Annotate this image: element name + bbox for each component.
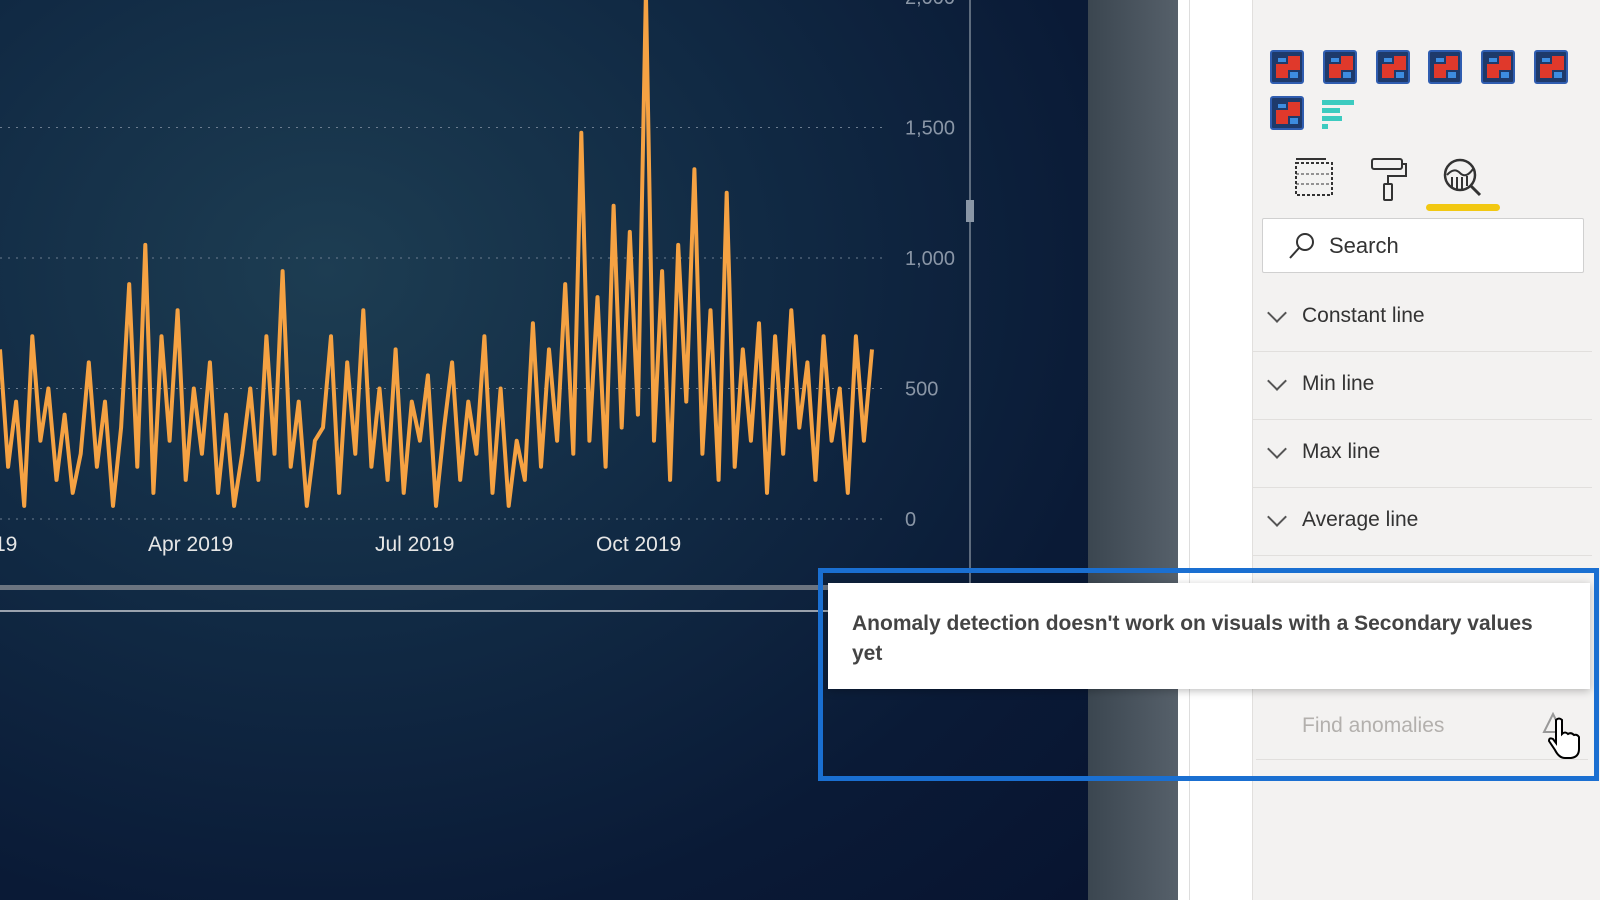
chevron-down-icon [1267, 371, 1287, 391]
custom-visual-icon[interactable] [1481, 50, 1515, 84]
y-tick-label: 1,500 [905, 118, 955, 140]
min-line-item[interactable]: Min line [1252, 352, 1592, 420]
chevron-down-icon [1267, 507, 1287, 527]
item-label: Min line [1302, 372, 1375, 395]
item-label: Constant line [1302, 304, 1425, 327]
item-label: Average line [1302, 508, 1419, 531]
y-tick-label: 1,000 [905, 248, 955, 270]
active-tab-underline [1426, 204, 1500, 211]
highlight-box [818, 568, 1599, 781]
format-paint-roller-tab[interactable] [1364, 155, 1412, 203]
custom-visual-icon[interactable] [1270, 50, 1304, 84]
average-line-item[interactable]: Average line [1252, 488, 1592, 556]
table-visual-icon[interactable] [1322, 100, 1356, 130]
series-line [0, 0, 874, 508]
fields-tab[interactable] [1290, 155, 1338, 203]
item-label: Max line [1302, 440, 1381, 463]
y-tick-label: 500 [905, 379, 938, 401]
max-line-item[interactable]: Max line [1252, 420, 1592, 488]
search-input[interactable]: Search [1262, 218, 1584, 273]
search-placeholder: Search [1329, 233, 1399, 258]
analytics-magnifier-tab[interactable] [1438, 155, 1486, 203]
custom-visual-icon[interactable] [1534, 50, 1568, 84]
y-tick-label: 0 [905, 509, 916, 531]
scroll-bar[interactable] [0, 585, 830, 590]
x-tick-label: 19 [0, 533, 17, 556]
chevron-down-icon [1267, 303, 1287, 323]
custom-visual-icon[interactable] [1376, 50, 1410, 84]
custom-visual-icon[interactable] [1270, 96, 1304, 130]
custom-visual-icon[interactable] [1428, 50, 1462, 84]
resize-handle[interactable] [966, 200, 974, 222]
x-tick-label: Apr 2019 [148, 533, 233, 556]
custom-visual-icon[interactable] [1323, 50, 1357, 84]
x-tick-label: Jul 2019 [375, 533, 454, 556]
y-tick-label: 2,000 [905, 0, 955, 9]
line-chart[interactable]: 0 500 1,000 1,500 2,000 19 Apr 2019 Jul 2019 Oc… [0, 0, 1088, 640]
constant-line-item[interactable]: Constant line [1252, 284, 1592, 352]
search-icon [1289, 233, 1314, 259]
chevron-down-icon [1267, 439, 1287, 459]
x-tick-label: Oct 2019 [596, 533, 681, 556]
